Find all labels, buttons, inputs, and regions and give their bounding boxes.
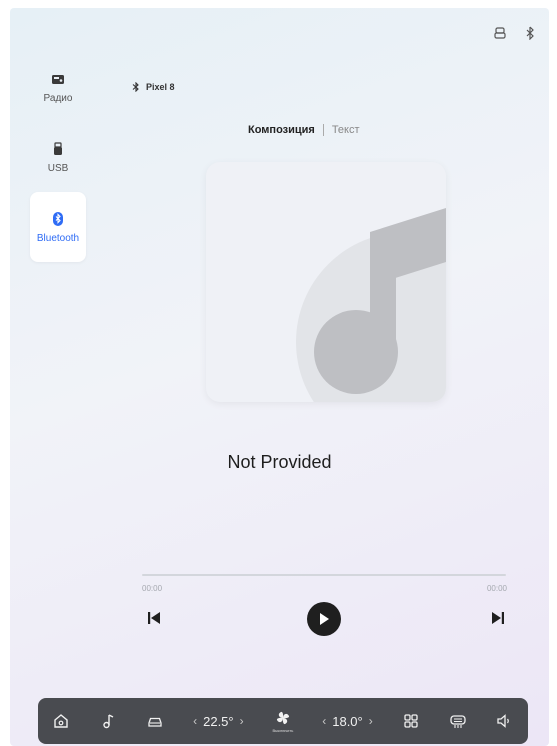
driver-temperature: ‹ 22.5° › [193,714,244,729]
temp-increase-button[interactable]: › [369,714,373,728]
elapsed-time: 00:00 [142,584,163,593]
sidebar-item-usb[interactable]: USB [30,122,86,192]
tab-composition[interactable]: Композиция [240,124,323,136]
sidebar-item-label: Радио [43,92,73,104]
bluetooth-icon [53,211,63,226]
temp-increase-button[interactable]: › [240,714,244,728]
sidebar-item-bluetooth[interactable]: Bluetooth [30,192,86,262]
sidebar-item-label: Bluetooth [36,232,80,244]
sidebar-item-label: USB [47,162,69,174]
previous-track-button[interactable] [146,610,162,626]
content-tabs: Композиция Текст [240,124,368,136]
progress-bar[interactable] [142,574,506,576]
bluetooth-status-icon[interactable] [523,26,537,40]
sidebar-item-radio[interactable]: Радио [30,52,86,122]
driver-temp-value[interactable]: 22.5° [203,714,234,729]
music-icon[interactable] [99,712,117,730]
usb-icon [54,141,62,155]
fan-button[interactable]: Выключить [272,709,294,733]
album-art [206,162,446,402]
rear-defrost-icon[interactable] [449,712,467,730]
radio-icon [52,74,64,84]
source-sidebar: Радио USB Bluetooth [30,52,88,262]
passenger-temperature: ‹ 18.0° › [322,714,373,729]
home-icon[interactable] [52,712,70,730]
bluetooth-icon [132,82,139,92]
play-button[interactable] [307,602,341,636]
next-track-button[interactable] [490,610,506,626]
media-screen: Радио USB Bluetooth Pixel 8 Композиция Т… [10,8,549,746]
car-icon[interactable] [146,712,164,730]
bottom-dock: ‹ 22.5° › Выключить ‹ 18.0° › [38,698,528,744]
device-name: Pixel 8 [146,82,175,92]
profile-icon[interactable] [493,26,507,40]
fan-icon [276,711,289,725]
temp-decrease-button[interactable]: ‹ [322,714,326,728]
connected-device[interactable]: Pixel 8 [132,82,175,92]
play-icon [320,613,329,625]
tab-lyrics[interactable]: Текст [324,124,368,136]
apps-icon[interactable] [402,712,420,730]
volume-icon[interactable] [495,712,513,730]
music-note-icon [296,208,446,402]
status-bar [493,26,537,40]
passenger-temp-value[interactable]: 18.0° [332,714,363,729]
total-time: 00:00 [486,584,507,593]
track-title: Not Provided [227,452,332,472]
fan-label: Выключить [272,728,294,733]
temp-decrease-button[interactable]: ‹ [193,714,197,728]
